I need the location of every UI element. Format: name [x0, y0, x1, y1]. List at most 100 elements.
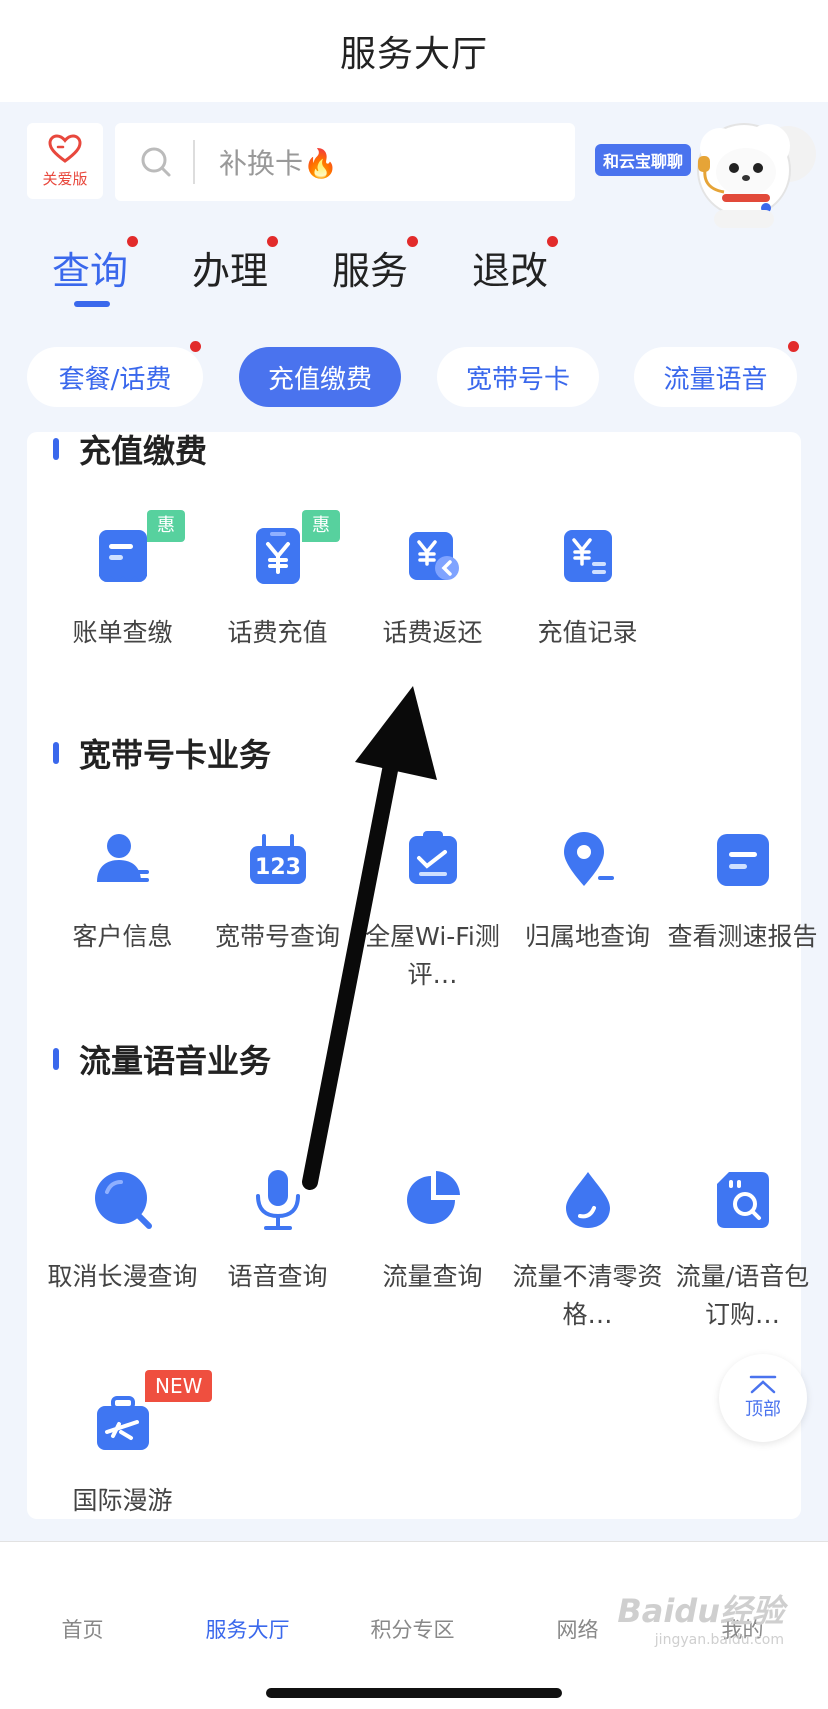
- pill-package-fee[interactable]: 套餐/话费: [27, 341, 203, 407]
- location-pin-icon: [556, 828, 620, 892]
- service-intl-roaming[interactable]: NEW 国际漫游: [45, 1370, 213, 1520]
- service-recharge-record[interactable]: 充值记录: [510, 524, 665, 652]
- service-label: 充值记录: [537, 618, 638, 647]
- nav-service-hall[interactable]: 服务大厅: [165, 1614, 330, 1644]
- service-label: 话费充值: [227, 618, 328, 647]
- phone-yuan-icon: [246, 524, 310, 588]
- pill-recharge[interactable]: 充值缴费: [239, 347, 401, 407]
- service-label: 归属地查询: [524, 922, 650, 951]
- tab-refund-label: 退改: [472, 249, 549, 293]
- assistant-mascot[interactable]: 和云宝聊聊: [592, 118, 828, 228]
- nav-home[interactable]: 首页: [0, 1614, 165, 1644]
- notification-dot: [407, 236, 419, 247]
- care-mode-label: 关爱版: [42, 169, 88, 188]
- search-bar[interactable]: 补换卡🔥: [115, 123, 575, 201]
- clipboard-check-icon: [401, 828, 465, 892]
- category-pills: 套餐/话费 充值缴费 宽带号卡 流量语音: [27, 341, 799, 407]
- app-header: 服务大厅: [0, 0, 828, 102]
- report-icon: [711, 828, 775, 892]
- service-phone-recharge[interactable]: 惠 话费充值: [200, 510, 355, 652]
- tab-service-label: 服务: [332, 249, 409, 293]
- service-label: 语音查询: [227, 1262, 328, 1291]
- service-label: 国际漫游: [72, 1486, 173, 1515]
- chat-bubble-icon: [91, 1168, 155, 1232]
- service-customer-info[interactable]: 客户信息: [45, 828, 200, 956]
- assistant-chat-tag[interactable]: 和云宝聊聊: [595, 144, 692, 176]
- back-to-top-label: 顶部: [745, 1399, 781, 1420]
- heart-icon: [48, 133, 82, 163]
- service-broadband-query[interactable]: 123 宽带号查询: [200, 828, 355, 956]
- microphone-icon: [246, 1168, 310, 1232]
- pill-broadband-card[interactable]: 宽带号卡: [437, 347, 599, 407]
- tab-query-label: 查询: [52, 249, 129, 293]
- svg-text:123: 123: [255, 855, 301, 880]
- section-marker: [53, 742, 59, 764]
- watermark: Baidu经验 jingyan.baidu.com: [617, 1586, 784, 1648]
- service-label: 宽带号查询: [214, 922, 340, 951]
- section-title-text: 流量语音业务: [79, 1042, 272, 1080]
- yuan-record-icon: [556, 524, 620, 588]
- tab-handle[interactable]: 办理: [192, 236, 279, 295]
- pill-label: 套餐/话费: [58, 364, 172, 395]
- service-wifi-evaluation[interactable]: 全屋Wi-Fi测评…: [355, 828, 510, 994]
- service-label: 流量/语音包订购…: [675, 1262, 810, 1329]
- service-bill[interactable]: 惠 账单查缴: [45, 510, 200, 652]
- notification-dot: [267, 236, 279, 247]
- notification-dot: [788, 341, 799, 352]
- router-123-icon: 123: [246, 828, 310, 892]
- service-data-query[interactable]: 流量查询: [355, 1168, 510, 1296]
- service-label: 话费返还: [382, 618, 483, 647]
- pill-label: 充值缴费: [267, 364, 372, 395]
- pill-data-voice[interactable]: 流量语音: [634, 341, 799, 407]
- service-package-order[interactable]: 流量/语音包订购…: [665, 1168, 820, 1334]
- notification-dot: [190, 341, 201, 352]
- section-marker: [53, 1048, 59, 1070]
- nav-points[interactable]: 积分专区: [330, 1614, 495, 1644]
- watermark-text: Baidu经验: [617, 1592, 784, 1630]
- pill-label: 流量语音: [663, 364, 768, 395]
- sim-search-icon: [711, 1168, 775, 1232]
- page-title: 服务大厅: [339, 34, 488, 75]
- service-label: 全屋Wi-Fi测评…: [365, 922, 500, 989]
- discount-badge: 惠: [302, 510, 340, 542]
- watermark-sub: jingyan.baidu.com: [654, 1632, 784, 1648]
- bottom-nav: 首页 服务大厅 积分专区 网络 我的 Baidu经验 jingyan.baidu…: [0, 1541, 828, 1709]
- tab-service[interactable]: 服务: [332, 236, 419, 295]
- section-title: 充值缴费: [53, 426, 207, 472]
- search-placeholder[interactable]: 补换卡🔥: [219, 142, 338, 182]
- service-label: 流量查询: [382, 1262, 483, 1291]
- service-location-query[interactable]: 归属地查询: [510, 828, 665, 956]
- pie-chart-icon: [401, 1168, 465, 1232]
- yuan-return-icon: [401, 524, 465, 588]
- service-label: 流量不清零资格…: [512, 1262, 663, 1329]
- tab-handle-label: 办理: [192, 249, 269, 293]
- service-voice-query[interactable]: 语音查询: [200, 1168, 355, 1296]
- section-title-text: 宽带号卡业务: [79, 736, 272, 774]
- section-title-text: 充值缴费: [79, 432, 208, 470]
- home-indicator: [266, 1688, 562, 1698]
- notification-dot: [547, 236, 559, 247]
- chevron-up-icon: [749, 1375, 777, 1394]
- section-title: 流量语音业务: [53, 1036, 271, 1082]
- tab-query[interactable]: 查询: [52, 236, 139, 307]
- tab-refund[interactable]: 退改: [472, 236, 559, 295]
- pill-label: 宽带号卡: [465, 364, 570, 395]
- section-marker: [53, 438, 59, 460]
- service-speed-report[interactable]: 查看测速报告: [665, 828, 820, 956]
- search-divider: [193, 140, 195, 184]
- user-info-icon: [91, 828, 155, 892]
- care-mode-button[interactable]: 关爱版: [27, 123, 103, 199]
- mascot-icon: [697, 123, 816, 228]
- section-title: 宽带号卡业务: [53, 730, 271, 776]
- service-label: 账单查缴: [72, 618, 173, 647]
- water-drop-icon: [556, 1168, 620, 1232]
- discount-badge: 惠: [147, 510, 185, 542]
- service-fee-return[interactable]: 话费返还: [355, 524, 510, 652]
- service-cancel-roaming[interactable]: 取消长漫查询: [45, 1168, 200, 1296]
- new-badge: NEW: [145, 1370, 213, 1402]
- search-icon: [141, 147, 171, 177]
- service-data-rollover[interactable]: 流量不清零资格…: [510, 1168, 665, 1334]
- back-to-top-button[interactable]: 顶部: [719, 1354, 807, 1442]
- service-label: 客户信息: [72, 922, 173, 951]
- service-label: 查看测速报告: [667, 922, 818, 951]
